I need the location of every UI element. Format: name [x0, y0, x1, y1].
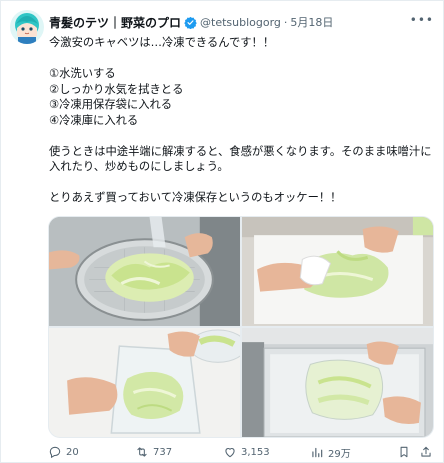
share-icon — [421, 446, 431, 457]
photo-pat-dry[interactable] — [242, 217, 433, 326]
photo-freezer-drawer[interactable] — [242, 328, 433, 437]
bookmark-button[interactable] — [397, 445, 411, 459]
tweet-text: 今激安のキャベツは…冷凍できるんです！！ ①水洗いする ②しっかり水気を拭きとる… — [49, 35, 433, 206]
tweet-line: とりあえず買っておいて冷凍保存というのもオッケー！！ — [49, 191, 342, 204]
photo-freezer-bag[interactable] — [49, 328, 240, 437]
tweet-line: ③冷凍用保存袋に入れる — [49, 98, 173, 111]
separator-dot: · — [283, 15, 288, 29]
views-chart-icon — [312, 447, 323, 458]
views-button[interactable]: 29万 — [310, 445, 351, 460]
tweet-header: 青髪のテツ｜野菜のプロ @tetsublogorg · 5月18日 — [49, 12, 413, 32]
retweet-button[interactable]: 737 — [135, 445, 172, 459]
tweet-line: ②しっかり水気を拭きとる — [49, 82, 184, 96]
retweet-count: 737 — [153, 446, 173, 458]
like-count: 3,153 — [241, 446, 270, 458]
reply-button[interactable]: 20 — [48, 445, 79, 459]
reply-icon — [49, 446, 61, 459]
view-count: 29万 — [328, 448, 351, 460]
action-bar: 20 737 3,153 29万 — [48, 444, 433, 460]
author-handle[interactable]: @tetsublogorg — [200, 16, 281, 29]
verified-badge-icon — [184, 16, 197, 29]
retweet-icon — [137, 447, 147, 457]
more-icon[interactable]: ••• — [410, 13, 434, 27]
heart-icon — [225, 448, 235, 458]
tweet-date[interactable]: 5月18日 — [290, 14, 333, 30]
tweet-line: 今激安のキャベツは…冷凍できるんです！！ — [49, 36, 275, 49]
avatar[interactable] — [10, 10, 44, 44]
tweet-card[interactable]: 青髪のテツ｜野菜のプロ @tetsublogorg · 5月18日 ••• 今激… — [0, 0, 444, 463]
author-display-name[interactable]: 青髪のテツ｜野菜のプロ — [49, 14, 181, 31]
like-button[interactable]: 3,153 — [223, 445, 270, 459]
media-grid — [48, 216, 434, 438]
tweet-line: ④冷凍庫に入れる — [49, 113, 139, 127]
share-button[interactable] — [419, 445, 433, 459]
bookmark-icon — [400, 446, 408, 458]
tweet-line: ①水洗いする — [49, 67, 116, 80]
reply-count: 20 — [66, 446, 79, 458]
tweet-line: 使うときは中途半端に解凍すると、食感が悪くなります。そのまま味噌汁に入れたり、炒… — [49, 144, 432, 174]
photo-rinse-cabbage[interactable] — [49, 217, 240, 326]
